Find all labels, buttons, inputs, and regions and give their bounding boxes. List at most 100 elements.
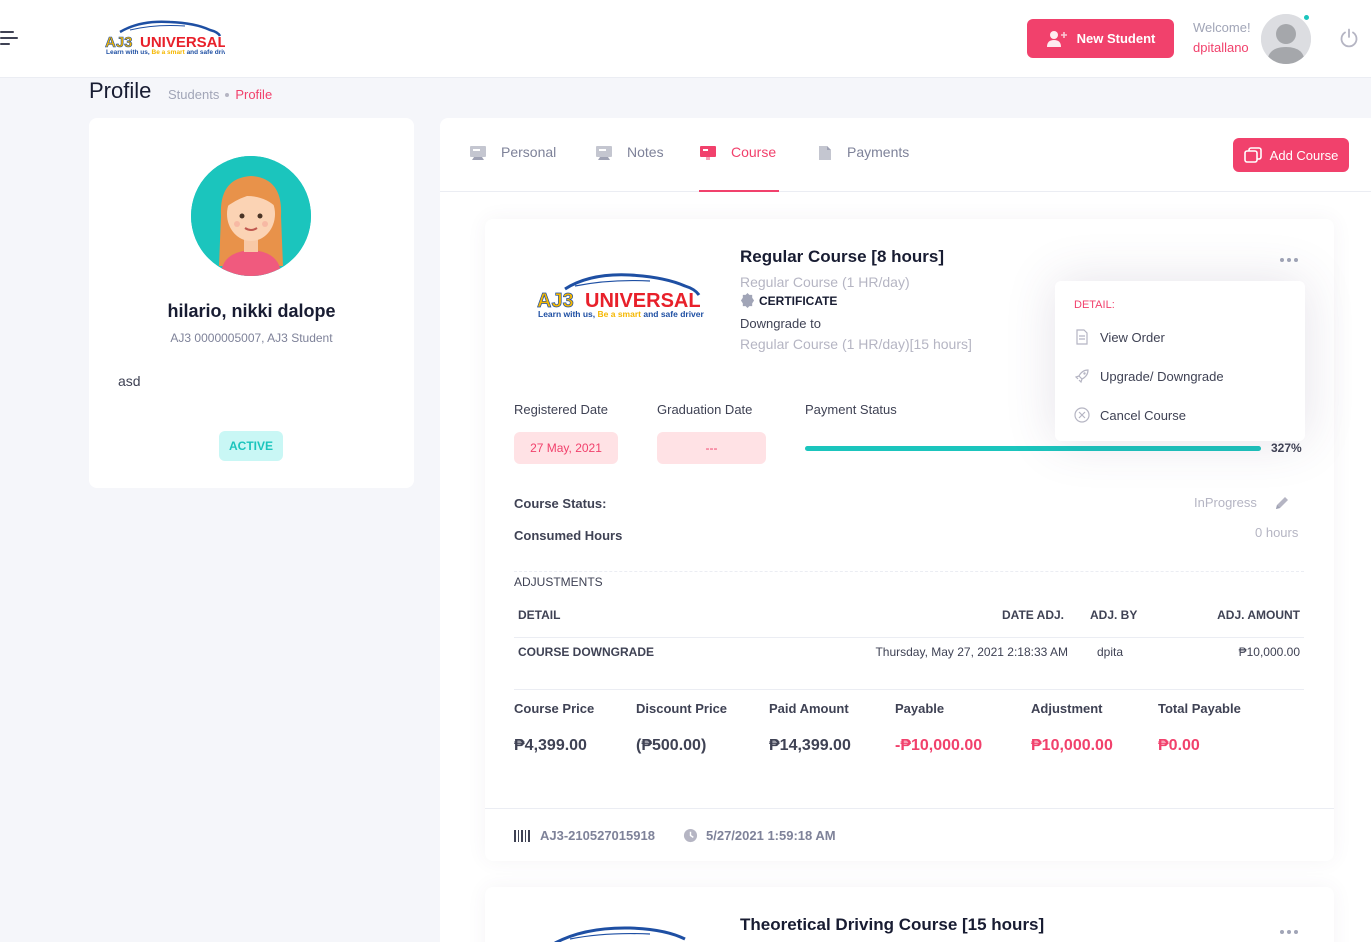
more-options-icon[interactable] [1280,255,1300,265]
payment-status-label: Payment Status [805,402,897,417]
payment-progress-bar [805,446,1261,451]
clock-icon [683,828,698,843]
tab-notes[interactable]: Notes [595,144,664,192]
consumed-hours-label: Consumed Hours [514,528,623,543]
menu-item-upgrade-downgrade[interactable]: Upgrade/ Downgrade [1074,368,1224,384]
divider [514,689,1304,690]
col-adj-by: ADJ. BY [1090,608,1138,622]
welcome-label: Welcome! [1193,20,1251,35]
status-badge: ACTIVE [219,431,283,461]
col-date-adj: DATE ADJ. [1002,608,1065,622]
badge-icon [740,293,755,308]
personal-icon [470,146,486,160]
breadcrumb-profile: Profile [235,87,273,102]
tab-payments[interactable]: Payments [817,144,909,192]
downgrade-value: Regular Course (1 HR/day)[15 hours] [740,336,972,352]
document-icon [1076,329,1088,345]
girl-avatar-icon [191,156,311,276]
breadcrumb-students[interactable]: Students [168,87,219,102]
adjustments-header-row: DETAIL DATE ADJ. ADJ. BY ADJ. AMOUNT [514,600,1304,638]
order-time-value: 5/27/2021 1:59:18 AM [706,828,836,843]
profile-avatar [191,156,311,276]
tab-course[interactable]: Course [699,144,779,192]
menu-item-view-order[interactable]: View Order [1074,329,1165,345]
tab-notes-label: Notes [627,144,664,160]
registered-date-value: 27 May, 2021 [514,432,618,464]
summary-label-total-payable: Total Payable [1158,701,1241,716]
add-user-icon [1046,30,1067,47]
menu-title: DETAIL: [1074,299,1115,311]
graduation-date-label: Graduation Date [657,402,753,417]
view-order-label: View Order [1100,329,1165,345]
adj-by: dpita [1097,645,1124,659]
tab-course-label: Course [731,144,777,160]
rocket-icon [1074,369,1089,384]
course-card: AJ3 UNIVERSAL Learn with us, Be a smart … [485,219,1334,861]
tab-personal[interactable]: Personal [469,144,556,192]
summary-value-paid-amount: ₱14,399.00 [769,737,851,754]
course-subtitle: Regular Course (1 HR/day) [740,274,910,290]
table-row: COURSE DOWNGRADE Thursday, May 27, 2021 … [514,638,1304,676]
course-status-label: Course Status: [514,496,607,511]
breadcrumb: Students Profile [168,87,272,102]
divider [514,571,1304,572]
student-note: asd [118,373,141,389]
adj-amount: ₱10,000.00 [1238,645,1300,659]
menu-toggle-icon[interactable] [0,31,18,47]
payment-percent: 327% [1271,441,1302,455]
order-time: 5/27/2021 1:59:18 AM [683,828,836,843]
tab-bar: Personal Notes Course Payments Add Cours… [440,118,1371,192]
menu-item-cancel-course[interactable]: Cancel Course [1074,407,1186,423]
certificate-tag: CERTIFICATE [740,293,837,308]
student-id: AJ3 0000005007, AJ3 Student [170,331,333,345]
payment-progress-fill [805,446,1261,451]
tab-payments-label: Payments [847,144,910,160]
course-logo: AJ3 UNIVERSAL Learn with us, Be a smart … [535,271,705,327]
certificate-label: CERTIFICATE [759,293,838,308]
adjustments-table: DETAIL DATE ADJ. ADJ. BY ADJ. AMOUNT COU… [514,600,1304,676]
adj-date: Thursday, May 27, 2021 2:18:33 AM [875,645,1068,659]
summary-value-payable: -₱10,000.00 [895,737,983,754]
summary-value-adjustment: ₱10,000.00 [1031,737,1113,754]
col-detail: DETAIL [518,608,561,622]
adjustments-title: ADJUSTMENTS [514,575,603,589]
add-course-button[interactable]: Add Course [1233,138,1349,172]
course-status-value: InProgress [1194,495,1257,510]
copy-icon [1243,147,1262,163]
brand-logo[interactable]: AJ3 UNIVERSAL Learn with us, Be a smart … [100,18,233,60]
svg-text:Learn with us, Be a smart and: Learn with us, Be a smart and safe drive… [538,309,705,319]
cancel-circle-icon [1074,407,1090,423]
consumed-hours-value: 0 hours [1255,525,1299,540]
new-student-label: New Student [1076,31,1156,46]
summary-label-paid-amount: Paid Amount [769,701,849,716]
username[interactable]: dpitallano [1193,40,1251,55]
edit-pencil-icon[interactable] [1273,494,1291,515]
summary-value-discount-price: (₱500.00) [636,737,707,754]
course-actions-menu: DETAIL: View Order Upgrade/ Downgrade Ca… [1055,281,1305,441]
notes-icon [596,146,612,160]
summary-label-discount-price: Discount Price [636,701,728,716]
summary-value-course-price: ₱4,399.00 [514,737,587,754]
order-code-value: AJ3-210527015918 [540,828,655,843]
svg-text:Learn with us, Be a smart and: Learn with us, Be a smart and safe drive… [106,49,225,56]
adj-detail: COURSE DOWNGRADE [518,645,655,659]
col-adj-amount: ADJ. AMOUNT [1217,608,1300,622]
new-student-button[interactable]: New Student [1027,19,1174,58]
barcode-icon [514,829,530,842]
course-logo [554,926,686,942]
graduation-date-value: --- [657,432,766,464]
power-icon[interactable] [1339,28,1359,48]
top-bar: AJ3 UNIVERSAL Learn with us, Be a smart … [0,0,1371,78]
downgrade-label: Downgrade to [740,316,821,331]
summary-label-course-price: Course Price [514,701,595,716]
breadcrumb-separator [225,92,230,97]
student-name: hilario, nikki dalope [167,301,336,321]
tab-personal-label: Personal [501,144,557,160]
add-course-label: Add Course [1269,147,1339,163]
upgrade-downgrade-label: Upgrade/ Downgrade [1100,368,1224,384]
course-card: Theoretical Driving Course [15 hours] [485,887,1334,942]
course-icon [700,146,716,160]
more-options-icon[interactable] [1280,927,1300,937]
registered-date-label: Registered Date [514,402,608,417]
payments-icon [819,146,831,160]
